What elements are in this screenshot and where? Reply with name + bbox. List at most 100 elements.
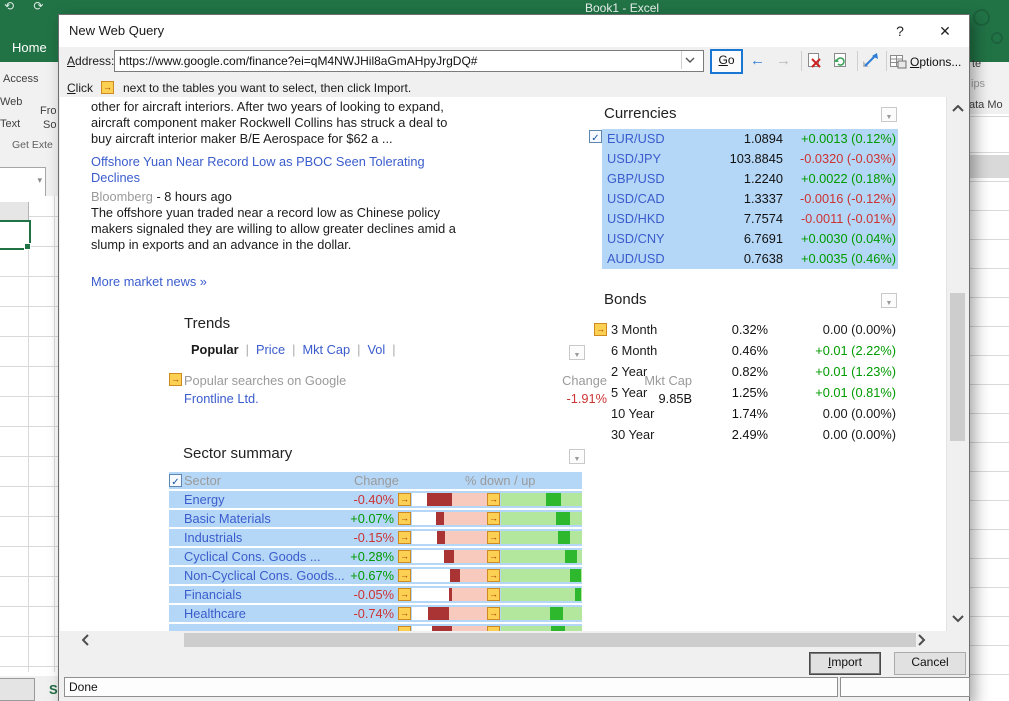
bond-yield-value: 1.25% [662,382,768,403]
sheet-tab-partial[interactable]: S [49,682,58,697]
select-table-arrow-icon[interactable] [398,493,411,506]
horizontal-scrollbar-thumb[interactable] [184,633,916,647]
select-table-arrow-icon[interactable] [398,569,411,582]
address-input[interactable]: https://www.google.com/finance?ei=qM4NWJ… [114,50,704,72]
grid-line [54,196,55,672]
currency-pair-link[interactable]: USD/JPY [607,149,661,169]
select-table-arrow-icon[interactable] [398,607,411,620]
sector-down-bar-track [412,550,487,563]
ribbon-label-from-access[interactable]: Access [3,73,38,85]
sector-up-bar [556,512,570,525]
ribbon-label-from-sources[interactable]: Fro [40,105,57,117]
select-table-arrow-icon[interactable] [487,531,500,544]
sector-link[interactable]: Financials [184,586,242,603]
trends-tab-popular[interactable]: Popular [191,342,239,357]
currency-pair-link[interactable]: EUR/USD [607,129,665,149]
back-button[interactable]: ← [750,52,765,69]
forward-button: → [776,52,791,69]
web-preview-pane: other for aircraft interiors. After two … [60,97,946,631]
select-table-arrow-icon[interactable] [487,569,500,582]
excel-name-box[interactable]: ▾ [0,167,46,197]
sector-down-bar [428,607,449,620]
vertical-scrollbar-thumb[interactable] [950,293,965,441]
select-table-arrow-icon[interactable] [398,550,411,563]
currencies-table-checkbox[interactable] [589,130,602,143]
select-table-arrow-icon [101,81,114,94]
currency-pair-link[interactable]: USD/CAD [607,189,665,209]
sector-link[interactable]: Healthcare [184,605,246,622]
news-headline-link[interactable]: Offshore Yuan Near Record Low as PBOC Se… [91,154,561,186]
currency-pair-link[interactable]: USD/CNY [607,229,665,249]
ribbon-label-sources[interactable]: So [43,119,56,131]
help-button[interactable]: ? [887,21,913,41]
go-button[interactable]: Go [710,49,743,74]
column-header[interactable] [0,202,29,221]
currency-pair-link[interactable]: USD/HKD [607,209,665,229]
ribbon-label-ips: ips [971,78,985,90]
worksheet-grid-left[interactable] [0,196,58,676]
sector-col-header: % down / up [465,472,535,489]
refresh-icon[interactable] [833,53,849,69]
trend-stock-link[interactable]: Frontline Ltd. [184,391,259,406]
import-button[interactable]: Import [809,652,881,675]
select-table-arrow-icon[interactable] [169,373,182,386]
currency-rate-value: 1.2240 [662,169,783,189]
select-table-arrow-icon[interactable] [594,323,607,336]
bond-change-value: 0.00 (0.00%) [774,403,896,424]
scroll-up-icon[interactable] [952,105,964,113]
bond-name: 5 Year [611,382,647,403]
bond-row: 30 Year2.49%0.00 (0.00%) [602,424,898,445]
more-market-news-link[interactable]: More market news » [91,274,207,289]
scroll-right-icon[interactable] [918,634,926,646]
close-button[interactable]: ✕ [932,21,958,41]
sector-dropdown-button[interactable] [569,449,585,464]
hide-icons-toggle-icon[interactable] [862,53,880,69]
select-table-arrow-icon[interactable] [398,588,411,601]
ribbon-label-from-text[interactable]: Text [0,118,20,130]
trends-tab-price[interactable]: Price [256,342,285,357]
select-table-arrow-icon[interactable] [487,607,500,620]
ribbon-tab-home[interactable]: Home [12,40,47,55]
fill-handle[interactable] [24,243,31,250]
sector-link[interactable]: Energy [184,491,225,508]
sector-change-value: +0.67% [319,567,394,584]
scroll-left-icon[interactable] [82,634,90,646]
bond-yield-value: 0.46% [662,340,768,361]
dialog-titlebar[interactable]: New Web Query ? ✕ [59,15,969,47]
address-dropdown-button[interactable] [681,51,698,69]
cancel-button[interactable]: Cancel [894,652,966,675]
horizontal-scrollbar[interactable] [60,631,946,649]
sheet-tab-scroll-area[interactable] [0,678,35,701]
currency-pair-link[interactable]: AUD/USD [607,249,665,269]
currencies-dropdown-button[interactable] [881,107,897,122]
address-label: Address: [67,54,114,68]
select-table-arrow-icon[interactable] [487,550,500,563]
bonds-dropdown-button[interactable] [881,293,897,308]
trends-table-header: Popular searches on Google Change Mkt Ca… [169,373,583,389]
chevron-down-icon[interactable]: ▾ [37,175,42,186]
select-table-arrow-icon[interactable] [487,588,500,601]
trends-tab-mkt-cap[interactable]: Mkt Cap [302,342,350,357]
sector-row: Industrials-0.15% [169,529,582,546]
select-table-arrow-icon[interactable] [398,512,411,525]
trends-tab-vol[interactable]: Vol [367,342,385,357]
quick-access-toolbar-icons[interactable]: ⟲ ⟳ [4,0,51,13]
sector-link[interactable]: Basic Materials [184,510,271,527]
sector-change-value: -0.74% [319,605,394,622]
sector-link[interactable]: Industrials [184,529,242,546]
select-table-arrow-icon[interactable] [398,531,411,544]
sector-table-checkbox[interactable] [169,474,182,487]
save-query-icon[interactable] [890,53,907,69]
scroll-down-icon[interactable] [952,615,964,623]
select-table-arrow-icon[interactable] [487,512,500,525]
ribbon-label-from-web[interactable]: Web [0,96,22,108]
stop-refresh-cancel-icon[interactable] [807,53,822,69]
worksheet-grid-right[interactable] [968,114,1009,701]
sector-up-bar [565,550,577,563]
select-table-arrow-icon[interactable] [487,493,500,506]
sector-link[interactable]: Cyclical Cons. Goods ... [184,548,321,565]
trends-dropdown-button[interactable] [569,345,585,360]
vertical-scrollbar[interactable] [946,97,968,631]
options-button[interactable]: Options... [910,55,961,69]
currency-pair-link[interactable]: GBP/USD [607,169,665,189]
